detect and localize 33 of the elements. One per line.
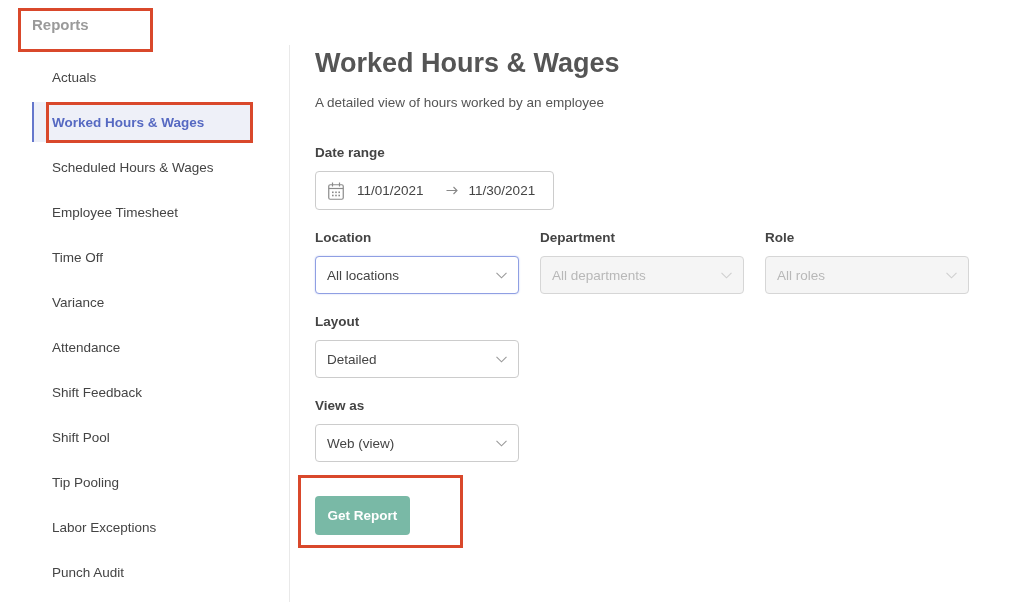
sidebar-item[interactable]: Punch Audit (32, 552, 252, 592)
chevron-down-icon (496, 355, 507, 363)
sidebar-heading: Reports (32, 15, 89, 35)
sidebar-item[interactable]: Attendance (32, 327, 252, 367)
sidebar-item[interactable]: Time Off (32, 237, 252, 277)
end-date: 11/30/2021 (468, 183, 536, 198)
sidebar-item[interactable]: Shift Feedback (32, 372, 252, 412)
field-label: Location (315, 229, 372, 247)
start-date: 11/01/2021 (357, 183, 424, 198)
sidebar-item[interactable]: Labor Exceptions (32, 507, 252, 547)
chevron-down-icon (496, 439, 507, 447)
sidebar-item[interactable]: Tip Pooling (32, 462, 252, 502)
field-label: Department (540, 229, 615, 247)
date-range-field[interactable]: 11/01/2021 11/30/2021 (315, 171, 554, 210)
sidebar-item[interactable]: Actuals (32, 57, 252, 97)
sidebar-item[interactable]: Variance (32, 282, 252, 322)
sidebar-item[interactable]: Scheduled Hours & Wages (32, 147, 252, 187)
page-title: Worked Hours & Wages (315, 47, 621, 79)
dropdown[interactable]: All locations (315, 256, 519, 294)
arrow-right-icon (445, 186, 458, 195)
field-label: Date range (315, 144, 385, 162)
chevron-down-icon (721, 271, 732, 279)
field-label: View as (315, 397, 365, 415)
chevron-down-icon (946, 271, 957, 279)
sidebar-item[interactable]: Shift Pool (32, 417, 252, 457)
calendar-icon (328, 181, 344, 200)
dropdown[interactable]: Web (view) (315, 424, 519, 462)
page-description: A detailed view of hours worked by an employee (315, 94, 605, 112)
field-label: Layout (315, 313, 360, 331)
sidebar-item[interactable]: Employee Timesheet (32, 192, 252, 232)
field-label: Role (765, 229, 795, 247)
dropdown[interactable]: Detailed (315, 340, 519, 378)
chevron-down-icon (496, 271, 507, 279)
